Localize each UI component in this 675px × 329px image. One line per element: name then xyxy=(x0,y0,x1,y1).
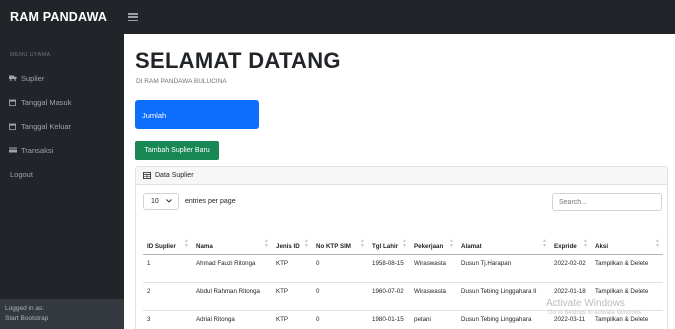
activate-windows-hint: Go to Settings to activate Windows. xyxy=(548,310,643,316)
table-header-row: ID Suplier ▲ ▼ Nama ▲ ▼ Jenis ID ▲ ▼ No KTP SI… xyxy=(143,221,663,255)
cell-no-ktp: 0 xyxy=(312,254,368,283)
cell-nama: Ahmad Fauzi Ritonga xyxy=(192,254,272,283)
col-header-label: Jenis ID xyxy=(276,242,300,250)
col-header-label: Nama xyxy=(196,242,213,250)
cell-alamat: Dusun Tebing Linggahara xyxy=(457,310,550,329)
cell-tgl-lahir: 1980-01-15 xyxy=(368,310,410,329)
sort-icon: ▲ ▼ xyxy=(264,237,269,249)
search-input[interactable] xyxy=(552,193,662,211)
col-header-jenis-id[interactable]: Jenis ID ▲ ▼ xyxy=(272,221,312,255)
cell-id: 3 xyxy=(143,310,192,329)
page-subtitle: DI RAM PANDAWA BULUCINA xyxy=(136,78,227,85)
cell-aksi[interactable]: Tampilkan & Delete xyxy=(591,254,663,283)
sidebar-item-logout[interactable]: Logout xyxy=(0,162,124,186)
entries-select[interactable]: 10 xyxy=(143,193,179,210)
sort-icon: ▲ ▼ xyxy=(304,237,309,249)
col-header-label: Aksi xyxy=(595,242,609,250)
col-header-pekerjaan[interactable]: Pekerjaan ▲ ▼ xyxy=(410,221,457,255)
cell-id: 2 xyxy=(143,282,192,311)
logged-in-user: Start Bootstrap xyxy=(5,315,49,322)
chevron-down-icon xyxy=(166,198,172,205)
sidebar-item-label: Logout xyxy=(10,169,33,179)
sidebar-item-tanggal-masuk[interactable]: Tanggal Masuk xyxy=(0,90,124,114)
sidebar-item-label: Tanggal Keluar xyxy=(21,121,72,131)
top-navbar: RAM PANDAWA xyxy=(0,0,675,34)
activate-windows-watermark: Activate Windows xyxy=(546,298,625,309)
sort-icon: ▲ ▼ xyxy=(655,237,660,249)
calendar-icon xyxy=(9,123,17,130)
cell-no-ktp: 0 xyxy=(312,310,368,329)
brand-logo[interactable]: RAM PANDAWA xyxy=(0,10,124,24)
col-header-alamat[interactable]: Alamat ▲ ▼ xyxy=(457,221,550,255)
sidebar-item-label: Tanggal Masuk xyxy=(21,97,72,107)
jumlah-card[interactable]: Jumlah xyxy=(135,100,259,129)
cell-tgl-lahir: 1958-08-15 xyxy=(368,254,410,283)
sort-icon: ▲ ▼ xyxy=(449,237,454,249)
sidebar-footer: Logged in as: Start Bootstrap xyxy=(0,299,124,329)
calendar-icon xyxy=(9,99,17,106)
cell-expride: 2022-02-02 xyxy=(550,254,591,283)
page-title: SELAMAT DATANG xyxy=(135,48,341,73)
col-header-label: Tgl Lahir xyxy=(372,242,399,250)
sort-icon: ▲ ▼ xyxy=(184,237,189,249)
cell-nama: Adrial Ritonga xyxy=(192,310,272,329)
sort-icon: ▲ ▼ xyxy=(360,237,365,249)
entries-label: entries per page xyxy=(185,198,236,205)
sort-icon: ▲ ▼ xyxy=(583,237,588,249)
cell-jenis-id: KTP xyxy=(272,282,312,311)
cell-alamat: Dusun Tebing Linggahara II xyxy=(457,282,550,311)
col-header-label: No KTP SIM xyxy=(316,242,351,250)
sort-icon: ▲ ▼ xyxy=(542,237,547,249)
panel-header: Data Suplier xyxy=(136,167,667,185)
cell-pekerjaan: Wiraswasta xyxy=(410,282,457,311)
entries-value: 10 xyxy=(151,198,159,205)
cell-alamat: Dusun Tj.Harapan xyxy=(457,254,550,283)
col-header-expride[interactable]: Expride ▲ ▼ xyxy=(550,221,591,255)
cell-no-ktp: 0 xyxy=(312,282,368,311)
sidebar-heading: MENU UTAMA xyxy=(10,52,51,58)
main-content: SELAMAT DATANG DI RAM PANDAWA BULUCINA J… xyxy=(124,34,675,329)
cell-nama: Abdul Rahman Ritonga xyxy=(192,282,272,311)
cell-id: 1 xyxy=(143,254,192,283)
col-header-label: Pekerjaan xyxy=(414,242,444,250)
sidebar-item-transaksi[interactable]: Transaksi xyxy=(0,138,124,162)
card-icon xyxy=(9,147,17,154)
truck-icon xyxy=(9,75,17,82)
col-header-tgl-lahir[interactable]: Tgl Lahir ▲ ▼ xyxy=(368,221,410,255)
sidebar: MENU UTAMA Suplier Tanggal Masuk Tanggal… xyxy=(0,34,124,329)
col-header-label: Alamat xyxy=(461,242,482,250)
cell-pekerjaan: petani xyxy=(410,310,457,329)
panel-title: Data Suplier xyxy=(155,172,194,179)
cell-pekerjaan: Wiraswasta xyxy=(410,254,457,283)
add-supplier-button[interactable]: Tambah Suplier Baru xyxy=(135,141,219,160)
sidebar-toggle-icon[interactable] xyxy=(128,13,138,21)
col-header-label: ID Suplier xyxy=(147,242,176,250)
table-row: 1 Ahmad Fauzi Ritonga KTP 0 1958-08-15 W… xyxy=(143,254,663,283)
sidebar-item-label: Transaksi xyxy=(21,145,54,155)
sidebar-item-label: Suplier xyxy=(21,73,45,83)
table-icon xyxy=(143,172,151,179)
col-header-id[interactable]: ID Suplier ▲ ▼ xyxy=(143,221,192,255)
col-header-nama[interactable]: Nama ▲ ▼ xyxy=(192,221,272,255)
col-header-label: Expride xyxy=(554,242,577,250)
col-header-no-ktp[interactable]: No KTP SIM ▲ ▼ xyxy=(312,221,368,255)
cell-jenis-id: KTP xyxy=(272,254,312,283)
sidebar-item-tanggal-keluar[interactable]: Tanggal Keluar xyxy=(0,114,124,138)
col-header-aksi[interactable]: Aksi ▲ ▼ xyxy=(591,221,663,255)
logged-in-label: Logged in as: xyxy=(5,305,45,312)
cell-jenis-id: KTP xyxy=(272,310,312,329)
sidebar-item-suplier[interactable]: Suplier xyxy=(0,66,124,90)
sort-icon: ▲ ▼ xyxy=(402,237,407,249)
entries-control: 10 entries per page xyxy=(143,193,236,210)
cell-tgl-lahir: 1960-07-02 xyxy=(368,282,410,311)
